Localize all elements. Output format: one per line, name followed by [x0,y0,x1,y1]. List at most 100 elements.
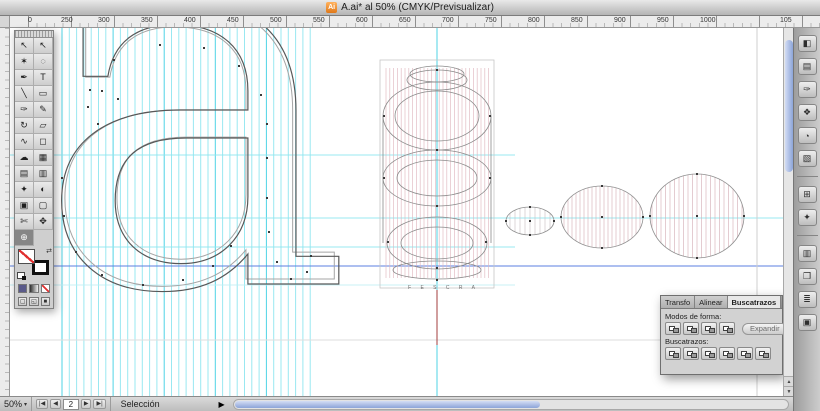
rectangle-tool[interactable]: ▭ [34,86,53,102]
vertical-ruler[interactable] [0,28,10,396]
hand-tool[interactable]: ✥ [34,214,53,230]
gradient-button[interactable] [29,284,39,293]
gradient-tool[interactable]: ▥ [34,166,53,182]
free-transform-tool[interactable]: ◻ [34,134,53,150]
direct-selection-tool-icon: ↖ [39,40,47,50]
dock-icon-1[interactable]: ◧ [797,35,817,52]
dock-separator [796,235,818,236]
crop-button[interactable] [719,347,735,360]
unite-button[interactable] [665,322,681,335]
ruler-tick-label: 900 [614,17,626,24]
intersect-button[interactable] [701,322,717,335]
zoom-level-control[interactable]: 50% ▾ [0,397,33,411]
default-fill-stroke-icon[interactable] [17,272,26,280]
standard-screen-mode-button[interactable]: ▢ [18,297,28,306]
zoom-tool-icon: ⊕ [20,232,28,242]
prev-page-button[interactable]: ◀ [50,399,61,409]
eyedropper-tool[interactable]: ✦ [15,182,34,198]
minus-front-button[interactable] [683,322,699,335]
vertical-scrollbar[interactable]: ▲ ▼ [783,28,794,396]
type-tool-icon: T [40,72,46,82]
tab-transformar[interactable]: Transfo [661,296,696,308]
status-popup-icon: ▶ [218,399,225,409]
palette-drag-handle[interactable] [15,31,53,38]
graph-tool[interactable]: ▦ [34,150,53,166]
dock-icon-3[interactable]: ✑ [797,81,817,98]
last-page-button[interactable]: ▶| [93,399,106,409]
tab-alinear[interactable]: Alinear [695,296,728,308]
zoom-tool[interactable]: ⊕ [15,230,34,246]
first-page-button[interactable]: |◀ [36,399,49,409]
zoom-level: 50% [4,399,23,409]
fill-swatch[interactable] [18,249,35,264]
ruler-tick-label: 105 [780,17,792,24]
magic-wand-tool[interactable]: ✶ [15,54,34,70]
rectangle-tool-icon: ▭ [38,88,48,98]
full-screen-menu-mode-button[interactable]: ◱ [29,297,39,306]
tab-buscatrazos[interactable]: Buscatrazos [727,296,782,308]
dock-icon-6[interactable]: ▧ [797,150,817,167]
lasso-tool-icon: ◌ [40,56,46,66]
none-button[interactable] [40,284,50,293]
page-number-field[interactable]: 2 [62,398,79,410]
exclude-button[interactable] [719,322,735,335]
status-field[interactable]: Selección ▶ [111,397,229,411]
shape-mode-buttons [665,322,735,335]
minus-back-button[interactable] [755,347,771,360]
ellipse-sketches [505,173,745,259]
color-button[interactable] [18,284,28,293]
outline-button[interactable] [737,347,753,360]
trim-button[interactable] [683,347,699,360]
shape-modes-label: Modos de forma: [665,312,722,321]
ruler-tick-label: 800 [528,17,540,24]
full-screen-mode-button[interactable]: ■ [40,297,50,306]
dock-icon-9[interactable]: ▥ [797,245,817,262]
live-paint-bucket-tool[interactable]: ▣ [15,198,34,214]
paintbrush-tool[interactable]: ✑ [15,102,34,118]
pen-tool[interactable]: ✒ [15,70,34,86]
horizontal-scrollbar-thumb[interactable] [234,400,540,408]
merge-button[interactable] [701,347,717,360]
dock-icon-4[interactable]: ❖ [797,104,817,121]
pen-tool-icon: ✒ [20,72,28,82]
type-tool[interactable]: T [34,70,53,86]
ruler-corner-box[interactable] [0,16,10,28]
free-transform-tool-icon: ◻ [39,136,47,146]
pencil-tool[interactable]: ✎ [34,102,53,118]
symbol-sprayer-tool-icon: ☁ [19,152,29,162]
dock-icon-11[interactable]: ≣ [797,291,817,308]
dock-icon-2[interactable]: ▤ [797,58,817,75]
warp-tool-icon: ∿ [20,136,28,146]
ruler-tick-label: 450 [227,17,239,24]
mesh-tool[interactable]: ▤ [15,166,34,182]
dock-icon-8[interactable]: ✦ [797,209,817,226]
dock-icon-10[interactable]: ❒ [797,268,817,285]
direct-selection-tool[interactable]: ↖ [34,38,53,54]
horizontal-scrollbar[interactable] [232,398,789,410]
blend-tool[interactable]: ◐ [34,182,53,198]
rotate-tool[interactable]: ↻ [15,118,34,134]
swap-fill-stroke-icon[interactable]: ⇄ [46,247,52,255]
dock-icon-5[interactable]: ◔ [797,127,817,144]
dock-icon-7[interactable]: ⊞ [797,186,817,203]
scale-tool[interactable]: ▱ [34,118,53,134]
window-title-bar[interactable]: Ai A.ai* al 50% (CMYK/Previsualizar) [0,0,820,16]
line-tool[interactable]: ╲ [15,86,34,102]
ruler-tick-label: 700 [442,17,454,24]
horizontal-ruler[interactable]: 0 250 300 350 400 450 500 550 600 650 700 750 800 850… [0,16,820,28]
panel-tab-bar: Transfo Alinear Buscatrazos [661,296,782,309]
next-page-button[interactable]: ▶ [80,399,92,409]
expand-button[interactable]: Expandir [742,322,788,335]
dock-icon-12[interactable]: ▣ [797,314,817,331]
scissors-tool[interactable]: ✄ [15,214,34,230]
live-paint-selection-tool[interactable]: ▢ [34,198,53,214]
warp-tool[interactable]: ∿ [15,134,34,150]
selection-tool[interactable]: ↖ [15,38,34,54]
vertical-scrollbar-thumb[interactable] [785,40,793,172]
ruler-tick-label: 550 [313,17,325,24]
paintbrush-tool-icon: ✑ [20,104,28,114]
symbol-sprayer-tool[interactable]: ☁ [15,150,34,166]
divide-button[interactable] [665,347,681,360]
lasso-tool[interactable]: ◌ [34,54,53,70]
fill-stroke-control: ⇄ [15,246,53,282]
